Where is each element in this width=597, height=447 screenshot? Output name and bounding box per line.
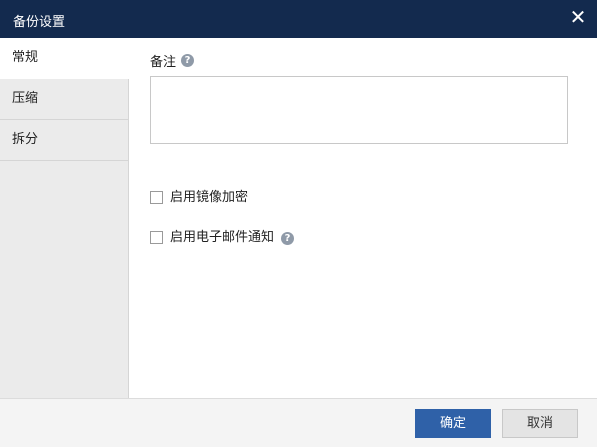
ok-button[interactable]: 确定 [415, 409, 491, 438]
tab-compression[interactable]: 压缩 [0, 79, 128, 120]
dialog-footer: 确定 取消 [0, 398, 597, 447]
general-panel: 备注 ? 启用镜像加密 启用电子邮件通知 ? [129, 38, 597, 398]
note-help-icon[interactable]: ? [181, 54, 194, 67]
note-textarea[interactable] [150, 76, 568, 144]
window-title: 备份设置 [13, 15, 66, 30]
mirror-encryption-checkbox[interactable] [150, 191, 163, 204]
sidebar: 常规 压缩 拆分 [0, 38, 129, 398]
email-notification-checkbox[interactable] [150, 231, 163, 244]
tab-general[interactable]: 常规 [0, 38, 129, 79]
title-bar: 备份设置 ✕ [0, 0, 597, 38]
email-notification-label: 启用电子邮件通知 [170, 230, 275, 245]
cancel-button[interactable]: 取消 [502, 409, 578, 438]
email-notification-option[interactable]: 启用电子邮件通知 [150, 230, 274, 246]
mirror-encryption-option[interactable]: 启用镜像加密 [150, 190, 248, 206]
close-icon[interactable]: ✕ [567, 6, 589, 28]
tab-split[interactable]: 拆分 [0, 120, 128, 161]
note-label: 备注 [150, 55, 177, 70]
mirror-encryption-label: 启用镜像加密 [170, 190, 249, 205]
email-help-icon[interactable]: ? [281, 232, 294, 245]
